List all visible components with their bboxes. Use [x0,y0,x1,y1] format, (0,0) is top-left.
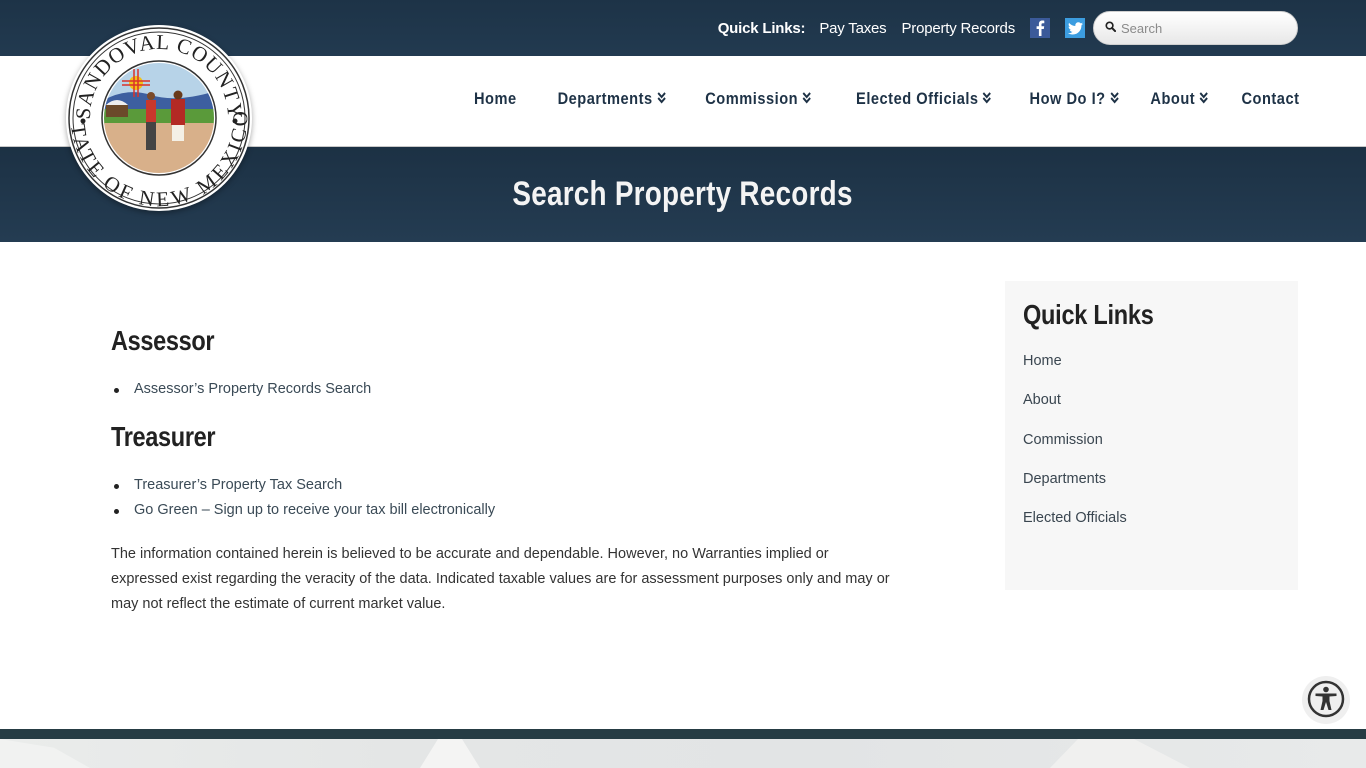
search-box [1093,11,1298,45]
nav-label: Commission [705,89,799,108]
nav-label: Home [474,89,517,108]
section-heading-treasurer: Treasurer [111,421,216,452]
nav-elected-officials[interactable]: Elected Officials [856,89,992,109]
quick-links-sidebar: Quick Links Home About Commission Depart… [1005,281,1298,590]
nav-home[interactable]: Home [474,89,517,109]
sidebar-title: Quick Links [1023,299,1154,330]
county-seal-icon: SANDOVAL COUNTY STATE OF NEW MEXICO [60,21,252,211]
treasurer-links: Treasurer’s Property Tax Search Go Green… [111,473,891,523]
nav-label: Elected Officials [856,89,980,108]
nav-label: Contact [1240,89,1299,108]
list-item: Treasurer’s Property Tax Search [111,473,891,498]
main-nav: Home Departments Commission Elected Offi… [444,89,1299,109]
sidebar-links: Home About Commission Departments Electe… [1023,351,1280,547]
sidebar-link[interactable]: Home [1023,353,1062,369]
accessibility-button[interactable] [1302,676,1350,724]
nav-label: How Do I? [1029,89,1106,108]
treasurer-property-tax-link[interactable]: Treasurer’s Property Tax Search [134,477,342,493]
sidebar-link[interactable]: About [1023,392,1061,408]
sidebar-link[interactable]: Departments [1023,471,1106,487]
nav-contact[interactable]: Contact [1241,89,1299,109]
sidebar-link[interactable]: Elected Officials [1023,510,1127,526]
facebook-icon [1035,20,1045,36]
chevron-double-down-icon [1110,89,1119,109]
sidebar-item-departments: Departments [1023,469,1280,508]
footer-background [0,739,1366,768]
chevron-double-down-icon [983,89,992,109]
chevron-double-down-icon [656,89,666,109]
chevron-double-down-icon [1200,89,1209,109]
section-heading-assessor: Assessor [111,325,215,356]
sidebar-item-elected-officials: Elected Officials [1023,508,1280,547]
nav-commission[interactable]: Commission [706,89,812,109]
footer-divider [0,729,1366,739]
twitter-icon [1067,21,1083,35]
accessibility-icon [1306,679,1346,722]
list-item: Go Green – Sign up to receive your tax b… [111,498,891,523]
page-title: Search Property Records [512,175,854,213]
pay-taxes-link[interactable]: Pay Taxes [819,20,886,37]
disclaimer-text: The information contained herein is beli… [111,546,890,612]
list-item: Assessor’s Property Records Search [111,377,891,402]
nav-label: Departments [557,89,653,108]
search-icon [1105,19,1117,37]
search-input[interactable] [1121,20,1291,36]
county-seal-logo[interactable]: SANDOVAL COUNTY STATE OF NEW MEXICO [60,21,252,211]
nav-label: About [1150,89,1196,108]
property-records-link[interactable]: Property Records [901,20,1015,37]
nav-departments[interactable]: Departments [557,89,666,109]
quick-links-label: Quick Links: [717,19,806,37]
main-content: Assessor Assessor’s Property Records Sea… [111,325,891,617]
chevron-double-down-icon [803,89,812,109]
assessor-links: Assessor’s Property Records Search [111,377,891,402]
facebook-link[interactable] [1030,18,1050,38]
sidebar-item-about: About [1023,390,1280,429]
twitter-link[interactable] [1065,18,1085,38]
nav-about[interactable]: About [1151,89,1209,109]
sidebar-item-commission: Commission [1023,430,1280,469]
top-quick-links: Quick Links: Pay Taxes Property Records [718,11,1298,45]
go-green-link[interactable]: Go Green – Sign up to receive your tax b… [134,502,495,518]
assessor-property-records-link[interactable]: Assessor’s Property Records Search [134,381,371,397]
sidebar-item-home: Home [1023,351,1280,390]
sidebar-link[interactable]: Commission [1023,432,1103,448]
nav-how-do-i[interactable]: How Do I? [1029,89,1119,109]
